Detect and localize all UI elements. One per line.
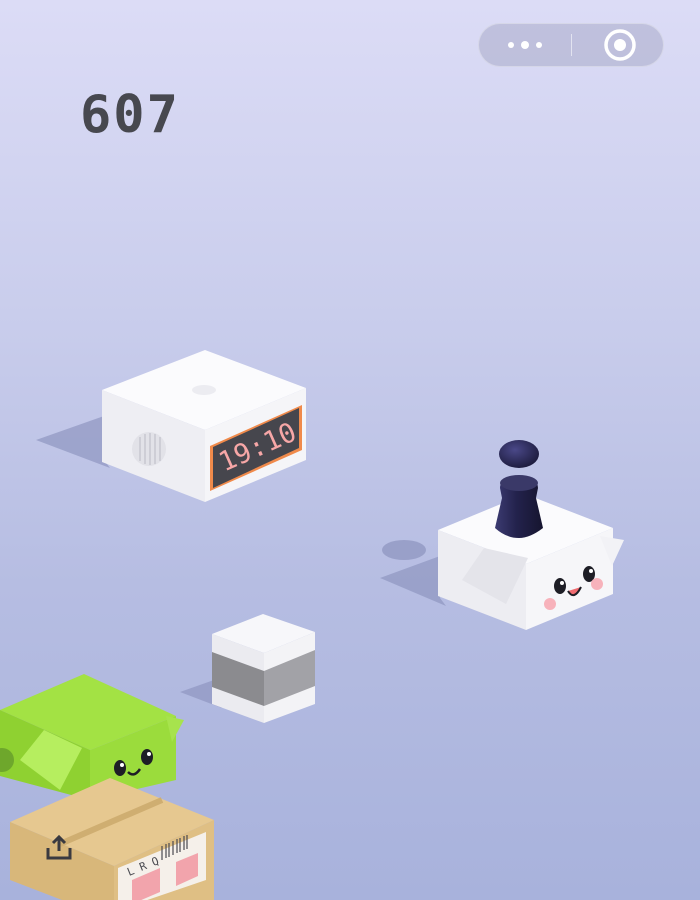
alarm-clock-block: 19:10 xyxy=(36,350,306,502)
more-dots-icon xyxy=(508,41,542,49)
share-upload-icon xyxy=(46,834,72,860)
score-counter: 607 xyxy=(80,85,180,145)
cardboard-box-block: L R Q xyxy=(10,778,214,900)
close-miniprogram-button[interactable] xyxy=(572,24,664,66)
clock-top-button xyxy=(192,385,216,395)
player-shadow xyxy=(382,540,426,560)
pawn-head xyxy=(499,440,539,468)
menu-capsule xyxy=(478,23,664,67)
target-circle-icon xyxy=(604,29,636,61)
clock-speaker-grille xyxy=(132,432,166,466)
more-options-button[interactable] xyxy=(479,24,571,66)
player-pawn xyxy=(495,440,543,538)
green-face-block xyxy=(0,674,184,800)
cat-block-shadow xyxy=(380,556,446,606)
share-button[interactable] xyxy=(44,834,74,862)
clock-block-shadow xyxy=(36,416,110,468)
grey-stripe-cube xyxy=(180,614,315,723)
